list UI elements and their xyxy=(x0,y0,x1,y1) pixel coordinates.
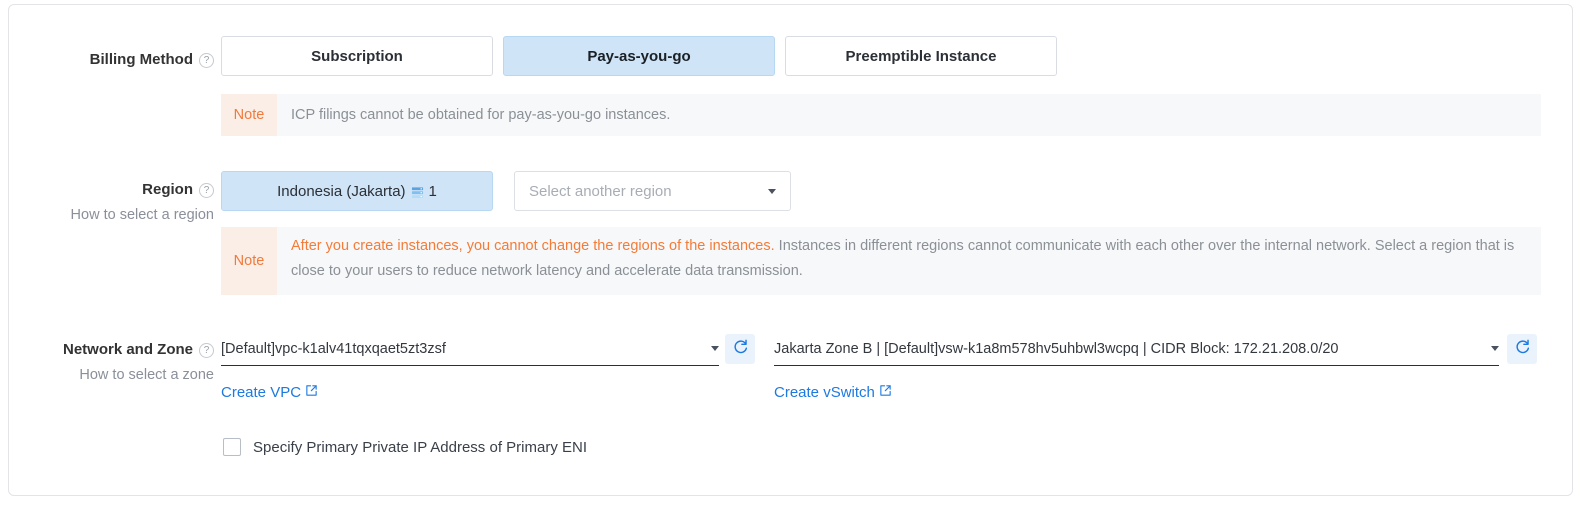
region-note-highlight: After you create instances, you cannot c… xyxy=(291,238,775,254)
create-vswitch-link-label: Create vSwitch xyxy=(774,384,875,401)
vpc-refresh-button[interactable] xyxy=(725,334,755,364)
chevron-down-icon xyxy=(768,188,776,194)
billing-note-text: ICP filings cannot be obtained for pay-a… xyxy=(291,107,671,123)
chevron-down-icon xyxy=(1491,346,1499,351)
question-circle-icon[interactable]: ? xyxy=(199,53,214,68)
billing-option-subscription-label: Subscription xyxy=(311,47,403,65)
network-zone-label: Network and Zone ? xyxy=(63,341,214,358)
primary-private-ip-checkbox[interactable] xyxy=(223,438,241,456)
billing-note-badge: Note xyxy=(221,94,277,136)
billing-option-pay-as-you-go[interactable]: Pay-as-you-go xyxy=(503,36,775,76)
instance-purchase-form: Billing Method ? Subscription Pay-as-you… xyxy=(0,0,1581,505)
region-note-text: After you create instances, you cannot c… xyxy=(277,227,1541,295)
billing-method-label-col: Billing Method ? xyxy=(9,51,214,69)
billing-method-label-text: Billing Method xyxy=(89,51,193,68)
refresh-icon xyxy=(1514,338,1531,360)
network-zone-label-text: Network and Zone xyxy=(62,341,193,358)
billing-option-subscription[interactable]: Subscription xyxy=(221,36,493,76)
region-chip-selected[interactable]: Indonesia (Jakarta) 1 xyxy=(221,171,493,211)
billing-option-preemptible-instance[interactable]: Preemptible Instance xyxy=(785,36,1057,76)
server-stack-icon xyxy=(411,186,424,199)
vpc-select[interactable]: [Default]vpc-k1alv41tqxqaet5zt3zsf xyxy=(221,332,719,366)
question-circle-icon[interactable]: ? xyxy=(199,343,214,358)
vswitch-select-value: Jakarta Zone B | [Default]vsw-k1a8m578hv… xyxy=(774,340,1339,357)
create-vpc-link[interactable]: Create VPC xyxy=(221,384,318,401)
create-vswitch-link[interactable]: Create vSwitch xyxy=(774,384,892,401)
region-label-text: Region xyxy=(142,181,193,198)
region-sub-label: How to select a region xyxy=(70,207,214,223)
region-note: Note After you create instances, you can… xyxy=(221,227,1541,295)
region-chip-name: Indonesia (Jakarta) xyxy=(277,182,406,200)
region-label: Region ? xyxy=(142,181,214,198)
billing-note: Note ICP filings cannot be obtained for … xyxy=(221,94,1541,136)
region-chip-count: 1 xyxy=(428,182,437,200)
network-zone-label-col: Network and Zone ? How to select a zone xyxy=(9,341,214,383)
external-link-icon xyxy=(305,384,318,401)
billing-method-options: Subscription Pay-as-you-go Preemptible I… xyxy=(221,36,1057,76)
form-panel: Billing Method ? Subscription Pay-as-you… xyxy=(8,4,1573,496)
create-vpc-link-label: Create VPC xyxy=(221,384,302,401)
vswitch-select[interactable]: Jakarta Zone B | [Default]vsw-k1a8m578hv… xyxy=(774,332,1499,366)
network-zone-sub-label: How to select a zone xyxy=(79,367,214,383)
refresh-icon xyxy=(732,338,749,360)
region-select-placeholder: Select another region xyxy=(529,182,672,200)
billing-method-label: Billing Method ? xyxy=(90,51,214,68)
billing-option-preemptible-instance-label: Preemptible Instance xyxy=(845,47,997,65)
question-circle-icon[interactable]: ? xyxy=(199,183,214,198)
billing-option-pay-as-you-go-label: Pay-as-you-go xyxy=(587,47,691,65)
chevron-down-icon xyxy=(711,346,719,351)
external-link-icon xyxy=(879,384,892,401)
region-select-another[interactable]: Select another region xyxy=(514,171,791,211)
region-note-badge: Note xyxy=(221,227,277,295)
vswitch-refresh-button[interactable] xyxy=(1507,334,1537,364)
region-label-col: Region ? How to select a region xyxy=(9,181,214,223)
vpc-select-value: [Default]vpc-k1alv41tqxqaet5zt3zsf xyxy=(221,340,446,357)
primary-private-ip-checkbox-row[interactable]: Specify Primary Private IP Address of Pr… xyxy=(223,438,587,456)
primary-private-ip-checkbox-label: Specify Primary Private IP Address of Pr… xyxy=(253,438,587,456)
